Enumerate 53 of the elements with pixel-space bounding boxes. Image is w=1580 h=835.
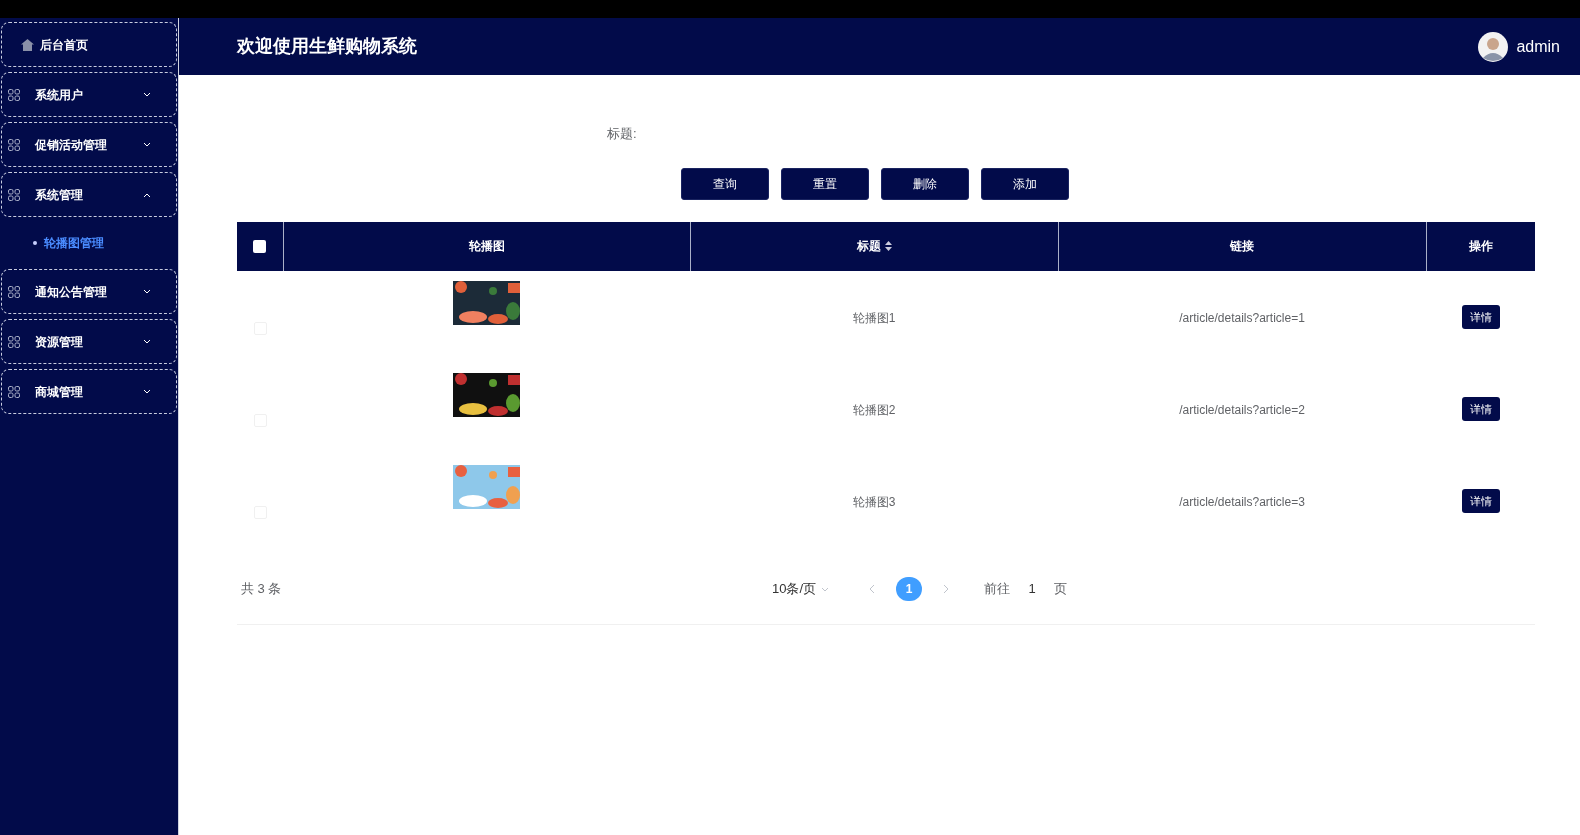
table-cell: /article/details?article=3 (1179, 494, 1305, 509)
menu-label: 后台首页 (40, 36, 88, 54)
page-size-select[interactable]: 10条/页 (772, 579, 817, 599)
action-button[interactable]: 重置 (781, 167, 869, 200)
details-button[interactable]: 详情 (1461, 397, 1500, 422)
home-icon (21, 38, 34, 51)
table-cell: 轮播图2 (852, 402, 896, 417)
submenu-item[interactable]: 轮播图管理 (0, 225, 178, 261)
grid-icon (8, 138, 20, 151)
column-title: 标题 (856, 238, 881, 255)
sidebar-item[interactable]: 后台首页 (1, 22, 177, 67)
sidebar-item[interactable]: 通知公告管理 (1, 269, 177, 314)
details-button[interactable]: 详情 (1461, 305, 1500, 330)
menu-label: 商城管理 (35, 383, 84, 401)
action-button[interactable]: 删除 (881, 167, 969, 200)
menu-label: 促销活动管理 (35, 136, 108, 154)
page-input[interactable]: 1 (1022, 579, 1042, 599)
menu-label: 通知公告管理 (35, 283, 108, 301)
sidebar-item[interactable]: 资源管理 (1, 319, 177, 364)
table-cell: /article/details?article=1 (1179, 310, 1305, 325)
grid-icon (8, 188, 20, 201)
page-suffix: 页 (1054, 580, 1067, 599)
goto-label: 前往 (984, 580, 1010, 599)
menu-label: 资源管理 (35, 333, 84, 351)
app-title: 欢迎使用生鲜购物系统 (237, 35, 417, 58)
column-header[interactable]: 标题 (690, 221, 1058, 271)
action-button[interactable]: 添加 (981, 167, 1069, 200)
details-button[interactable]: 详情 (1461, 489, 1500, 514)
checkbox[interactable] (253, 240, 267, 254)
column-title: 轮播图 (468, 238, 505, 255)
column-title: 操作 (1468, 238, 1493, 255)
user-name: admin (1516, 36, 1560, 57)
sidebar-item[interactable]: 促销活动管理 (1, 122, 177, 167)
grid-icon (8, 385, 20, 398)
menu-label: 系统用户 (35, 86, 84, 104)
grid-icon (8, 285, 20, 298)
column-title: 链接 (1230, 238, 1254, 255)
total-count: 共 3 条 (240, 580, 283, 599)
action-button[interactable]: 查询 (681, 167, 769, 200)
table-cell: 轮播图1 (852, 310, 896, 325)
sidebar-item[interactable]: 商城管理 (1, 369, 177, 414)
avatar-icon (1478, 31, 1509, 62)
table-cell: /article/details?article=2 (1179, 402, 1305, 417)
grid-icon (8, 88, 20, 101)
sort-icon[interactable] (884, 241, 892, 251)
prev-page-icon[interactable] (868, 584, 876, 594)
menu-label: 系统管理 (35, 186, 84, 204)
search-label: 标题: (607, 125, 637, 143)
sidebar-item[interactable]: 系统管理 (1, 172, 177, 217)
sidebar-item[interactable]: 系统用户 (1, 72, 177, 117)
grid-icon (8, 335, 20, 348)
next-page-icon[interactable] (942, 584, 950, 594)
table-cell: 轮播图3 (852, 494, 896, 509)
